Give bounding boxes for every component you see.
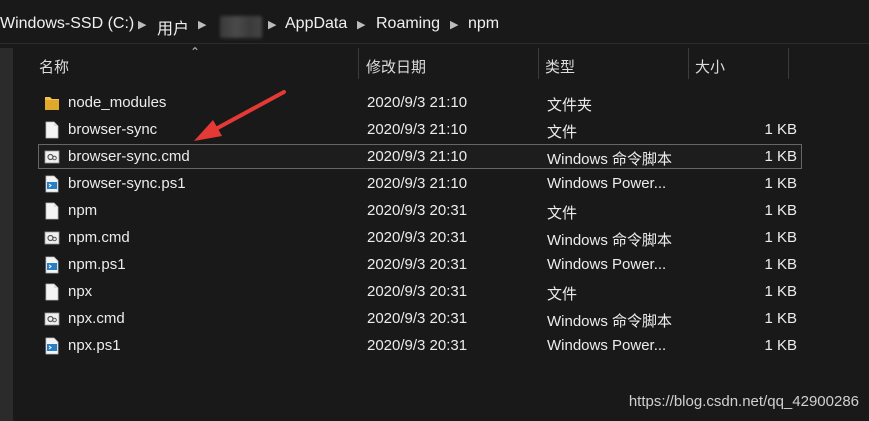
- breadcrumb-username-redacted[interactable]: [220, 16, 262, 38]
- file-row[interactable]: npx.ps1 2020/9/3 20:31 Windows Power... 1 K…: [38, 333, 802, 358]
- file-modified-date: 2020/9/3 20:31: [367, 229, 468, 246]
- breadcrumb-chevron-icon[interactable]: [268, 18, 278, 30]
- file-modified-date: 2020/9/3 20:31: [367, 310, 468, 327]
- breadcrumb-chevron-icon[interactable]: [357, 18, 367, 30]
- column-header-date[interactable]: 修改日期: [366, 56, 426, 77]
- file-icon: [44, 121, 60, 139]
- watermark: https://blog.csdn.net/qq_42900286: [628, 393, 859, 410]
- folder-icon: [44, 94, 60, 112]
- file-type: 文件夹: [547, 97, 593, 114]
- file-size: 1 KB: [764, 337, 797, 354]
- file-name: npm.ps1: [68, 256, 126, 273]
- breadcrumb-chevron-icon[interactable]: [138, 18, 148, 30]
- file-name: npm: [68, 202, 98, 219]
- column-header-name[interactable]: 名称: [39, 56, 69, 77]
- file-type: Windows Power...: [547, 337, 667, 354]
- file-row[interactable]: browser-sync 2020/9/3 21:10 文件 1 KB: [38, 117, 802, 142]
- breadcrumb-users[interactable]: 用户: [157, 15, 189, 39]
- file-modified-date: 2020/9/3 21:10: [367, 175, 468, 192]
- file-name: browser-sync.cmd: [68, 148, 190, 165]
- file-icon: [44, 283, 60, 301]
- file-modified-date: 2020/9/3 20:31: [367, 337, 468, 354]
- breadcrumb-roaming[interactable]: Roaming: [376, 15, 440, 33]
- file-modified-date: 2020/9/3 21:10: [367, 148, 468, 165]
- file-list: ⌃ 名称 修改日期 类型 大小 node_modules 2020/9/3 21:…: [17, 45, 869, 421]
- file-type: 文件: [547, 124, 578, 141]
- powershell-script-icon: [44, 256, 60, 274]
- column-divider[interactable]: [538, 48, 539, 79]
- file-row[interactable]: node_modules 2020/9/3 21:10 文件夹: [38, 90, 802, 115]
- breadcrumb-appdata[interactable]: AppData: [285, 15, 347, 33]
- file-name: npx.ps1: [68, 337, 121, 354]
- file-row[interactable]: npm.cmd 2020/9/3 20:31 Windows 命令脚本 1 KB: [38, 225, 802, 250]
- file-row[interactable]: npm.ps1 2020/9/3 20:31 Windows Power... 1 K…: [38, 252, 802, 277]
- file-modified-date: 2020/9/3 20:31: [367, 202, 468, 219]
- file-type: Windows 命令脚本: [547, 313, 673, 330]
- file-size: 1 KB: [764, 310, 797, 327]
- file-modified-date: 2020/9/3 21:10: [367, 94, 468, 111]
- file-name: npx: [68, 283, 93, 300]
- file-type: Windows Power...: [547, 256, 667, 273]
- breadcrumb-npm[interactable]: npm: [468, 15, 499, 33]
- column-divider[interactable]: [358, 48, 359, 79]
- breadcrumb-chevron-icon[interactable]: [198, 18, 208, 30]
- file-size: 1 KB: [764, 202, 797, 219]
- breadcrumb-drive[interactable]: Windows-SSD (C:): [0, 15, 134, 33]
- file-icon: [44, 202, 60, 220]
- file-size: 1 KB: [764, 148, 797, 165]
- file-modified-date: 2020/9/3 21:10: [367, 121, 468, 138]
- column-divider[interactable]: [788, 48, 789, 79]
- file-row[interactable]: npx 2020/9/3 20:31 文件 1 KB: [38, 279, 802, 304]
- file-size: 1 KB: [764, 283, 797, 300]
- file-type: Windows 命令脚本: [547, 151, 673, 168]
- file-row[interactable]: browser-sync.cmd 2020/9/3 21:10 Windows 命令…: [38, 144, 802, 169]
- column-header-size[interactable]: 大小: [695, 56, 725, 77]
- sort-ascending-icon: ⌃: [190, 45, 201, 59]
- file-row[interactable]: browser-sync.ps1 2020/9/3 21:10 Windows Po…: [38, 171, 802, 196]
- file-row[interactable]: npx.cmd 2020/9/3 20:31 Windows 命令脚本 1 KB: [38, 306, 802, 331]
- file-modified-date: 2020/9/3 20:31: [367, 283, 468, 300]
- file-size: 1 KB: [764, 256, 797, 273]
- cmd-script-icon: [44, 229, 60, 247]
- file-type: Windows 命令脚本: [547, 232, 673, 249]
- navigation-pane-edge[interactable]: [0, 48, 13, 421]
- file-name: browser-sync.ps1: [68, 175, 186, 192]
- file-type: Windows Power...: [547, 175, 667, 192]
- breadcrumb-chevron-icon[interactable]: [450, 18, 460, 30]
- column-divider[interactable]: [688, 48, 689, 79]
- file-name: browser-sync: [68, 121, 158, 138]
- powershell-script-icon: [44, 175, 60, 193]
- file-name: node_modules: [68, 94, 167, 111]
- column-header-type[interactable]: 类型: [545, 56, 575, 77]
- powershell-script-icon: [44, 337, 60, 355]
- file-type: 文件: [547, 205, 578, 222]
- file-modified-date: 2020/9/3 20:31: [367, 256, 468, 273]
- cmd-script-icon: [44, 310, 60, 328]
- file-size: 1 KB: [764, 175, 797, 192]
- cmd-script-icon: [44, 148, 60, 166]
- file-name: npx.cmd: [68, 310, 125, 327]
- file-size: 1 KB: [764, 229, 797, 246]
- file-type: 文件: [547, 286, 578, 303]
- file-row[interactable]: npm 2020/9/3 20:31 文件 1 KB: [38, 198, 802, 223]
- file-name: npm.cmd: [68, 229, 130, 246]
- file-size: 1 KB: [764, 121, 797, 138]
- column-header-row: ⌃ 名称 修改日期 类型 大小: [17, 45, 869, 79]
- address-bar[interactable]: Windows-SSD (C:) 用户 AppData Roaming npm: [0, 5, 869, 44]
